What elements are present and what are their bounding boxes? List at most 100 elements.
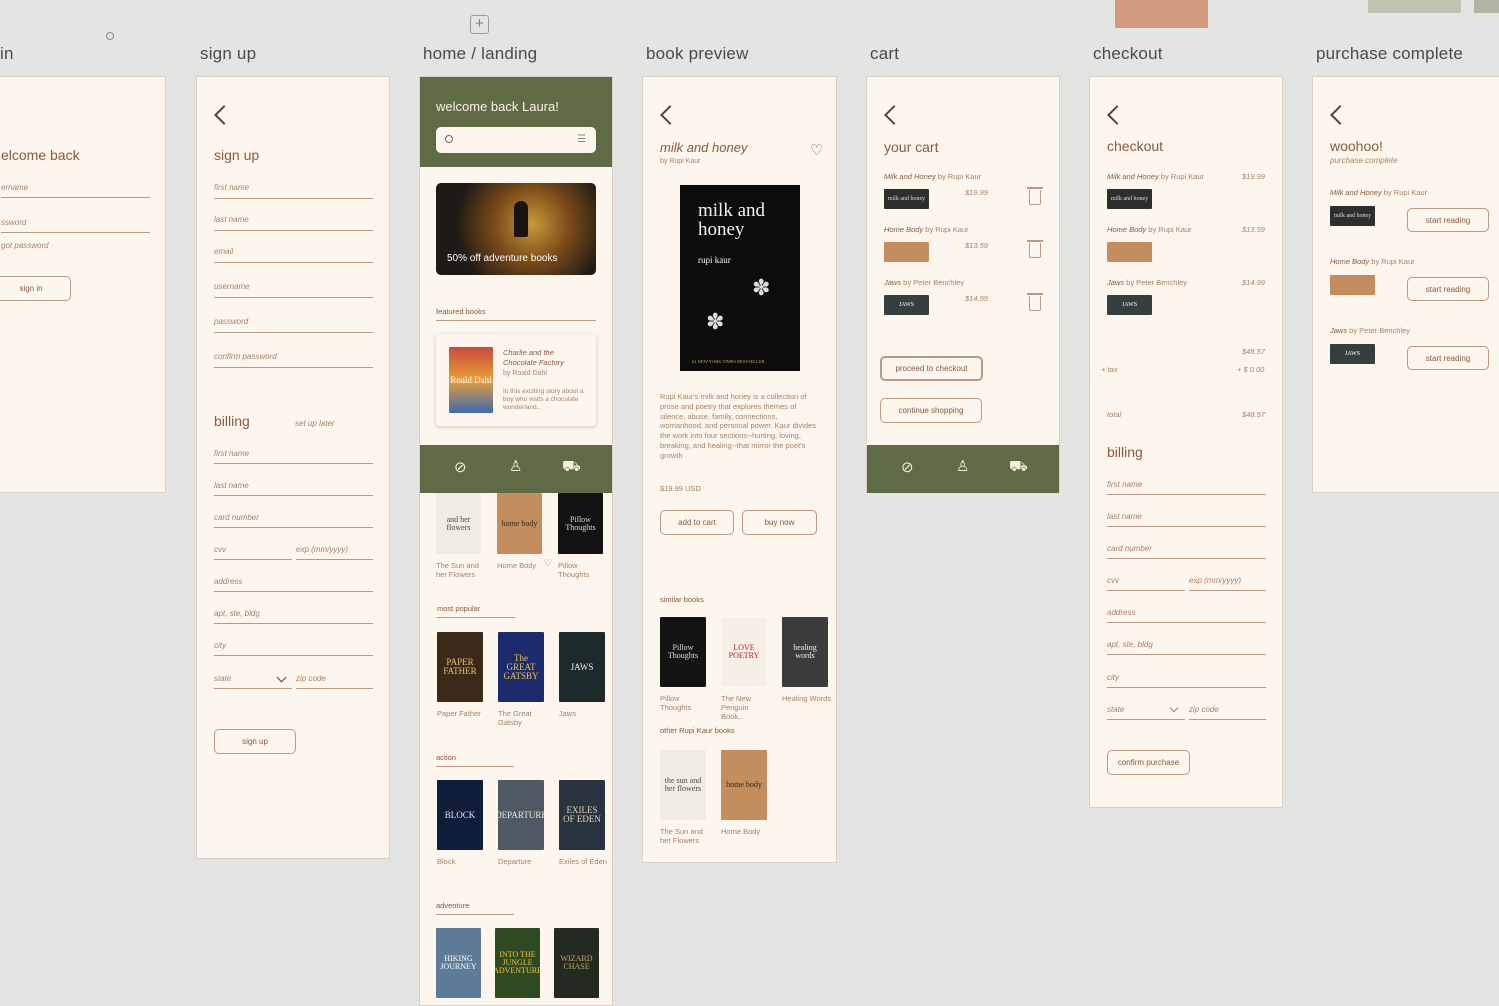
- profile-icon[interactable]: ♙: [509, 457, 522, 475]
- zip-field[interactable]: [296, 688, 373, 689]
- book-label[interactable]: Home Body: [721, 827, 771, 836]
- compass-icon[interactable]: ⊘: [901, 458, 914, 476]
- city-field[interactable]: [214, 655, 373, 656]
- book-cover[interactable]: and her flowers: [436, 493, 481, 554]
- sign-in-button[interactable]: sign in: [0, 276, 71, 301]
- book-label[interactable]: Departure: [498, 857, 548, 866]
- sign-up-button[interactable]: sign up: [214, 729, 296, 754]
- set-up-later-link[interactable]: set up later: [295, 419, 335, 428]
- book-label[interactable]: Pillow Thoughts: [660, 694, 710, 712]
- book-label[interactable]: Exiles of Eden: [559, 857, 609, 866]
- book-cover[interactable]: HIKING JOURNEY: [436, 928, 481, 998]
- apt-field[interactable]: [1107, 654, 1266, 655]
- cvv-field[interactable]: [1107, 590, 1185, 591]
- book-cover[interactable]: JAWS: [559, 632, 605, 702]
- book-cover[interactable]: Pillow Thoughts: [660, 617, 706, 687]
- book-label[interactable]: Jaws: [559, 709, 609, 718]
- start-reading-button[interactable]: start reading: [1407, 346, 1489, 370]
- continue-shopping-button[interactable]: continue shopping: [880, 398, 982, 423]
- book-label[interactable]: The Sun and her Flowers: [436, 561, 485, 579]
- card-number-field[interactable]: [214, 527, 373, 528]
- forgot-password-link[interactable]: got password: [1, 241, 49, 250]
- search-icon[interactable]: [106, 32, 114, 40]
- book-cover[interactable]: home body: [721, 750, 767, 820]
- password-field[interactable]: [1, 232, 150, 233]
- book-label[interactable]: The New Penguin Book..: [721, 694, 771, 721]
- book-cover[interactable]: EXILES OF EDEN: [559, 780, 605, 850]
- featured-book-title: Charlie and the Chocolate Factory: [503, 348, 564, 367]
- back-arrow-icon[interactable]: [1330, 105, 1350, 125]
- book-label[interactable]: Home Body: [497, 561, 546, 570]
- book-cover[interactable]: LOVE POETRY: [721, 617, 767, 687]
- book-cover[interactable]: home body: [497, 493, 542, 554]
- buy-now-button[interactable]: buy now: [742, 510, 817, 535]
- address-field[interactable]: [1107, 622, 1266, 623]
- book-cover[interactable]: The GREAT GATSBY: [498, 632, 544, 702]
- first-name-field[interactable]: [214, 198, 373, 199]
- featured-book-card[interactable]: Roald Dahl Charlie and the Chocolate Fac…: [436, 334, 596, 426]
- start-reading-button[interactable]: start reading: [1407, 277, 1489, 301]
- first-name-field[interactable]: [1107, 494, 1266, 495]
- cvv-field[interactable]: [214, 559, 292, 560]
- add-frame-button[interactable]: +: [470, 15, 489, 34]
- confirm-password-field[interactable]: [214, 367, 373, 368]
- card-number-field[interactable]: [1107, 558, 1266, 559]
- search-input[interactable]: ☰: [436, 127, 596, 153]
- book-cover[interactable]: healing words: [782, 617, 828, 687]
- book-cover[interactable]: WIZARD CHASE: [554, 928, 599, 998]
- trash-icon[interactable]: [1027, 240, 1043, 258]
- back-arrow-icon[interactable]: [884, 105, 904, 125]
- chevron-down-icon[interactable]: [1169, 703, 1179, 713]
- profile-icon[interactable]: ♙: [956, 457, 969, 475]
- address-field[interactable]: [214, 591, 373, 592]
- compass-icon[interactable]: ⊘: [454, 458, 467, 476]
- item-price: $19.99: [965, 188, 988, 197]
- back-arrow-icon[interactable]: [660, 105, 680, 125]
- book-cover[interactable]: Pillow Thoughts: [558, 493, 603, 554]
- exp-field[interactable]: [296, 559, 373, 560]
- zip-field[interactable]: [1189, 719, 1266, 720]
- city-field[interactable]: [1107, 687, 1266, 688]
- book-label[interactable]: The Great Gatsby: [498, 709, 548, 727]
- book-label[interactable]: Pillow Thoughts: [558, 561, 607, 579]
- confirm-purchase-button[interactable]: confirm purchase: [1107, 750, 1190, 775]
- book-label[interactable]: The Sun and her Flowers: [660, 827, 710, 845]
- username-field[interactable]: [214, 297, 373, 298]
- state-select[interactable]: [214, 688, 292, 689]
- book-cover[interactable]: the sun and her flowers: [660, 750, 706, 820]
- state-select[interactable]: [1107, 719, 1185, 720]
- book-cover[interactable]: BLOCK: [437, 780, 483, 850]
- start-reading-button[interactable]: start reading: [1407, 208, 1489, 232]
- book-cover[interactable]: DEPARTURE: [498, 780, 544, 850]
- cart-icon[interactable]: ⛟: [562, 458, 581, 477]
- back-arrow-icon[interactable]: [1107, 105, 1127, 125]
- last-name-field[interactable]: [214, 230, 373, 231]
- exp-field[interactable]: [1189, 590, 1266, 591]
- featured-book-cover: Roald Dahl: [449, 347, 493, 413]
- cart-icon[interactable]: ⛟: [1009, 458, 1028, 477]
- username-field[interactable]: [1, 197, 150, 198]
- apt-field[interactable]: [214, 623, 373, 624]
- add-to-cart-button[interactable]: add to cart: [660, 510, 734, 535]
- billing-last-name-field[interactable]: [214, 495, 373, 496]
- promo-banner[interactable]: 50% off adventure books: [436, 183, 596, 275]
- email-field[interactable]: [214, 262, 373, 263]
- last-name-label: last name: [1107, 512, 1142, 521]
- frame-title-cart: cart: [870, 44, 900, 63]
- last-name-field[interactable]: [1107, 526, 1266, 527]
- favorite-heart-icon[interactable]: ♡: [810, 141, 823, 159]
- billing-first-name-field[interactable]: [214, 463, 373, 464]
- book-label[interactable]: Block: [437, 857, 487, 866]
- book-label[interactable]: Healing Words: [782, 694, 832, 703]
- book-cover[interactable]: INTO THE JUNGLE ADVENTURE: [495, 928, 540, 998]
- trash-icon[interactable]: [1027, 187, 1043, 205]
- proceed-to-checkout-button[interactable]: proceed to checkout: [880, 356, 983, 381]
- adventure-heading: adventure: [436, 901, 470, 910]
- password-field[interactable]: [214, 332, 373, 333]
- trash-icon[interactable]: [1027, 293, 1043, 311]
- filter-icon[interactable]: ☰: [577, 134, 586, 145]
- book-label[interactable]: Paper Father: [437, 709, 487, 718]
- chevron-down-icon[interactable]: [276, 672, 287, 683]
- back-arrow-icon[interactable]: [214, 105, 234, 125]
- book-cover[interactable]: PAPER FATHER: [437, 632, 483, 702]
